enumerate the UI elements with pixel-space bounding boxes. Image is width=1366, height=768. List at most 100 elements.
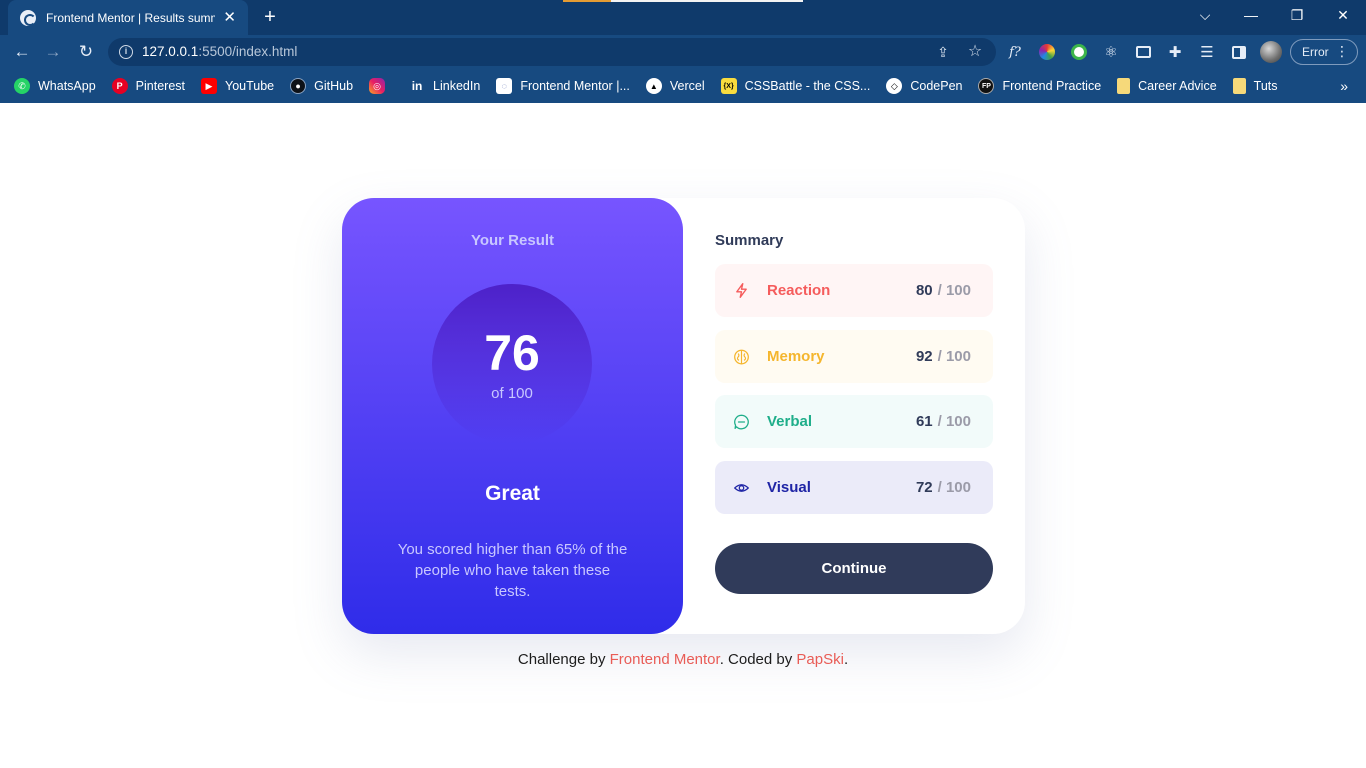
brain-icon [733,348,750,365]
summary-item-score: 72 [915,479,933,496]
side-panel-icon[interactable] [1229,42,1249,62]
results-summary-card: Your Result 76 of 100 Great You scored h… [342,198,1025,634]
lightning-icon [733,282,750,299]
bookmark-label: WhatsApp [38,79,96,93]
summary-item-visual: Visual 72 / 100 [715,461,993,514]
bookmark-frontend-practice[interactable]: FP Frontend Practice [978,78,1101,94]
bookmark-star-icon[interactable]: ☆ [966,43,984,61]
browser-tab-strip: Frontend Mentor | Results summ ✕ + ⌵ — ❐… [0,0,1366,35]
address-bar[interactable]: i 127.0.0.1:5500/index.html ⇪ ☆ [108,38,996,66]
codepen-icon: ◇ [886,78,903,94]
vercel-icon: ▲ [645,78,662,94]
reload-icon[interactable]: ↻ [73,39,99,65]
summary-item-memory: Memory 92 / 100 [715,330,993,383]
bookmark-label: LinkedIn [433,79,481,93]
bookmark-label: Frontend Mentor |... [520,79,630,93]
summary-item-score: 61 [915,413,933,430]
site-info-icon[interactable]: i [119,45,133,59]
result-panel: Your Result 76 of 100 Great You scored h… [342,198,683,634]
bookmark-codepen[interactable]: ◇ CodePen [886,78,962,94]
summary-item-label: Memory [767,348,825,365]
bookmark-label: Vercel [669,79,705,93]
result-heading: Your Result [470,232,555,249]
profile-error-button[interactable]: Error ⋮ [1290,39,1358,65]
tab-title: Frontend Mentor | Results summ [46,10,216,25]
window-resizer-extension-icon[interactable] [1133,42,1153,62]
summary-title: Summary [715,232,784,249]
eye-icon [733,479,750,496]
bookmark-youtube[interactable]: ▶ YouTube [201,78,274,94]
bookmarks-overflow-chevron-icon[interactable]: » [1340,78,1348,94]
summary-item-score: 92 [915,348,933,365]
profile-avatar[interactable] [1260,41,1282,63]
summary-item-total: / 100 [937,413,971,430]
bookmark-github[interactable]: ● GitHub [290,78,353,94]
attribution-footer: Challenge by Frontend Mentor. Coded by P… [0,651,1366,668]
author-link[interactable]: PapSki [796,651,844,668]
color-picker-extension-icon[interactable] [1037,42,1057,62]
bookmark-label: YouTube [225,79,275,93]
bookmarks-bar: ✆ WhatsApp P Pinterest ▶ YouTube ● GitHub ◎ … [0,69,1366,103]
summary-item-score: 80 [915,282,933,299]
tab-close-icon[interactable]: ✕ [223,10,236,25]
whatsapp-icon: ✆ [14,78,30,94]
summary-item-total: / 100 [937,282,971,299]
tab-search-chevron-icon[interactable]: ⌵ [1182,0,1228,30]
address-url[interactable]: 127.0.0.1:5500/index.html [142,44,297,59]
tab-favicon-icon [20,9,36,26]
summary-item-total: / 100 [937,479,971,496]
bookmark-label: Career Advice [1138,79,1217,93]
bookmark-label: Frontend Practice [1002,79,1102,93]
continue-button[interactable]: Continue [715,543,993,594]
summary-item-total: / 100 [937,348,971,365]
cssbattle-icon: {X} [720,78,737,94]
url-path: :5500/index.html [198,44,298,59]
summary-item-label: Visual [767,479,811,496]
browser-toolbar: ← → ↻ i 127.0.0.1:5500/index.html ⇪ ☆ f?… [0,35,1366,69]
bookmark-vercel[interactable]: ▲ Vercel [645,78,705,94]
instagram-icon: ◎ [369,78,386,94]
chat-bubble-icon [733,413,750,430]
footer-middle: . Coded by [719,651,797,668]
result-description: You scored higher than 65% of the people… [397,541,628,600]
profile-error-label: Error [1302,45,1329,59]
react-devtools-icon[interactable]: ⚛ [1101,42,1121,62]
summary-item-label: Reaction [767,282,831,299]
bookmark-pinterest[interactable]: P Pinterest [111,78,186,94]
share-icon[interactable]: ⇪ [934,43,952,61]
bookmark-linkedin[interactable]: in LinkedIn [409,78,481,94]
bookmark-whatsapp[interactable]: ✆ WhatsApp [14,78,96,94]
folder-icon [1117,78,1131,94]
page-marker-extension-icon[interactable] [1069,42,1089,62]
restore-window-icon[interactable]: ❐ [1274,0,1320,30]
bookmark-label: Pinterest [135,79,186,93]
bookmark-label: GitHub [314,79,354,93]
browser-tab-active[interactable]: Frontend Mentor | Results summ ✕ [8,0,248,35]
footer-prefix: Challenge by [517,651,610,668]
minimize-window-icon[interactable]: — [1228,0,1274,30]
more-menu-icon[interactable]: ⋮ [1335,43,1349,60]
summary-panel: Summary Reaction 80 / 100 Memory 92 / 10… [715,232,993,594]
back-arrow-icon[interactable]: ← [9,39,35,65]
frontend-mentor-icon: ◌ [496,78,513,94]
footer-suffix: . [843,651,849,668]
bookmark-instagram[interactable]: ◎ [369,78,393,94]
bookmark-frontend-mentor[interactable]: ◌ Frontend Mentor |... [496,78,630,94]
extensions-puzzle-icon[interactable]: ✚ [1165,42,1185,62]
bookmark-folder-tuts[interactable]: Tuts [1232,78,1278,94]
new-tab-button[interactable]: + [258,6,282,30]
bookmark-cssbattle[interactable]: {X} CSSBattle - the CSS... [720,78,870,94]
media-controls-icon[interactable]: ☰ [1197,42,1217,62]
bookmark-folder-career-advice[interactable]: Career Advice [1117,78,1217,94]
pinterest-icon: P [111,78,128,94]
frontend-mentor-link[interactable]: Frontend Mentor [610,651,720,668]
close-window-icon[interactable]: ✕ [1320,0,1366,30]
summary-item-label: Verbal [767,413,813,430]
score-circle: 76 of 100 [432,284,592,444]
bookmark-label: CodePen [910,79,963,93]
score-value: 76 [484,325,540,381]
summary-item-reaction: Reaction 80 / 100 [715,264,993,317]
forward-arrow-icon[interactable]: → [40,39,66,65]
linkedin-icon: in [411,79,423,93]
font-finder-extension-icon[interactable]: f? [1005,42,1025,62]
